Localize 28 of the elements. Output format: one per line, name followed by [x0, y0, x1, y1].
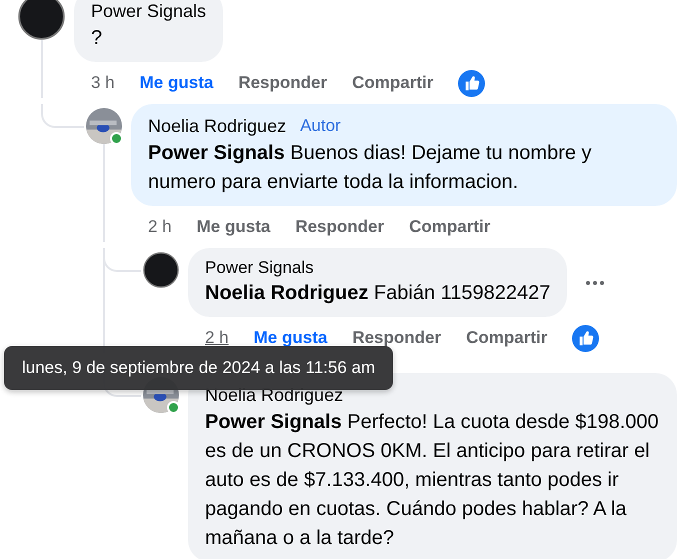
timestamp-link[interactable]: 2 h [205, 328, 229, 348]
like-button[interactable]: Me gusta [140, 73, 214, 93]
author-name[interactable]: Noelia Rodriguez [148, 113, 286, 139]
comment-text: Power Signals Buenos dias! Dejame tu nombre y numero para enviarte toda la informacion. [148, 141, 593, 195]
avatar[interactable] [143, 252, 179, 288]
like-reaction-icon[interactable] [458, 70, 486, 96]
comment-text: ? [91, 26, 104, 51]
thread-connector [41, 104, 84, 128]
timestamp-link[interactable]: 3 h [91, 73, 115, 93]
comment-text: Power Signals Perfecto! La cuota desde $198.000 es de un CRONOS 0KM. El anticipo para retirar el auto es de $7.133.400, mientras tanto podes ir pagando en cuotas. Cuándo podes hablar? A la mañana o a la tarde? [205, 410, 660, 551]
like-reaction-icon[interactable] [572, 324, 600, 352]
share-button[interactable]: Compartir [352, 73, 434, 93]
timestamp-link[interactable]: 2 h [148, 217, 172, 237]
share-button[interactable]: Compartir [409, 217, 490, 237]
like-button[interactable]: Me gusta [196, 217, 270, 237]
share-button[interactable]: Compartir [466, 328, 548, 348]
author-name[interactable]: Power Signals [205, 257, 314, 279]
author-name[interactable]: Power Signals [91, 0, 206, 24]
date-tooltip: lunes, 9 de septiembre de 2024 a las 11:56 am [4, 346, 394, 390]
avatar[interactable] [86, 108, 122, 144]
like-button[interactable]: Me gusta [254, 328, 328, 348]
reply-button[interactable]: Responder [295, 217, 384, 237]
reply-button[interactable]: Responder [238, 73, 328, 93]
author-label: Autor [300, 115, 341, 137]
comment-text: Noelia Rodriguez Fabián 1159822427 [205, 281, 550, 306]
avatar[interactable] [18, 0, 65, 40]
reply-button[interactable]: Responder [352, 328, 442, 348]
more-icon[interactable] [586, 280, 604, 284]
